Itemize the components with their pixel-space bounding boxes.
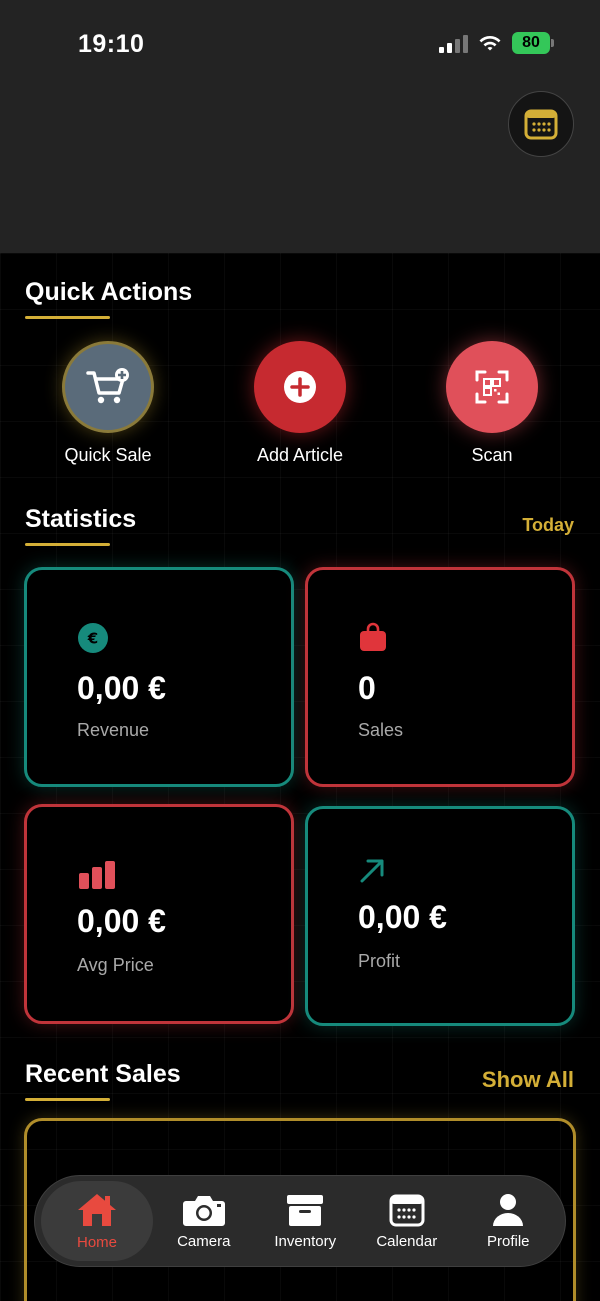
nav-profile-label: Profile bbox=[486, 1232, 530, 1250]
scan-label: Scan bbox=[471, 445, 513, 465]
calendar-icon bbox=[389, 1194, 425, 1226]
profit-card: 0,00 € Profit bbox=[305, 806, 575, 1026]
revenue-label: Revenue bbox=[77, 720, 150, 740]
show-all-link[interactable]: Show All bbox=[482, 1067, 574, 1093]
avg-price-card: 0,00 € Avg Price bbox=[24, 804, 294, 1024]
nav-inventory-label: Inventory bbox=[274, 1232, 337, 1250]
archive-box-icon bbox=[287, 1194, 324, 1226]
sales-card: 0 Sales bbox=[305, 567, 575, 787]
quick-sale-circle bbox=[62, 341, 154, 433]
recent-sales-title: Recent Sales bbox=[25, 1060, 181, 1088]
home-icon bbox=[78, 1193, 116, 1226]
revenue-value: 0,00 € bbox=[77, 670, 166, 706]
bottom-nav: Home Camera Inventory Calendar Profile bbox=[34, 1175, 566, 1267]
arrow-up-right-icon bbox=[358, 857, 386, 890]
revenue-card: € 0,00 € Revenue bbox=[24, 567, 294, 787]
add-article-button[interactable]: Add Article bbox=[225, 341, 375, 466]
person-icon bbox=[493, 1193, 524, 1226]
calendar-button[interactable] bbox=[508, 91, 574, 157]
bar-chart-icon bbox=[77, 859, 117, 894]
quick-actions-underline bbox=[25, 316, 110, 319]
nav-inventory[interactable]: Inventory bbox=[255, 1181, 357, 1261]
sales-value: 0 bbox=[358, 670, 376, 706]
status-icons: 80 bbox=[439, 32, 554, 54]
add-article-label: Add Article bbox=[256, 445, 344, 465]
quick-actions-title: Quick Actions bbox=[25, 278, 193, 306]
nav-camera-label: Camera bbox=[177, 1232, 231, 1250]
cart-plus-icon bbox=[86, 368, 129, 404]
nav-camera[interactable]: Camera bbox=[153, 1181, 255, 1261]
top-header: 19:10 80 bbox=[0, 0, 600, 253]
calendar-icon bbox=[524, 109, 558, 140]
profit-value: 0,00 € bbox=[358, 899, 447, 935]
camera-icon bbox=[182, 1195, 225, 1226]
battery-level: 80 bbox=[522, 34, 540, 51]
wifi-icon bbox=[479, 36, 501, 51]
nav-calendar[interactable]: Calendar bbox=[356, 1181, 458, 1261]
add-article-circle bbox=[254, 341, 346, 433]
nav-home[interactable]: Home bbox=[41, 1181, 153, 1261]
battery-indicator: 80 bbox=[512, 32, 554, 54]
status-time: 19:10 bbox=[78, 30, 145, 58]
statistics-underline bbox=[25, 543, 110, 546]
nav-profile[interactable]: Profile bbox=[458, 1181, 560, 1261]
statistics-period[interactable]: Today bbox=[522, 515, 574, 536]
scan-circle bbox=[446, 341, 538, 433]
scan-button[interactable]: Scan bbox=[417, 341, 567, 466]
euro-icon: € bbox=[77, 622, 109, 659]
statistics-title: Statistics bbox=[25, 505, 137, 533]
quick-sale-label: Quick Sale bbox=[64, 445, 152, 465]
sales-label: Sales bbox=[358, 720, 404, 740]
profit-label: Profit bbox=[358, 951, 401, 971]
signal-icon bbox=[439, 33, 468, 53]
avg-price-value: 0,00 € bbox=[77, 903, 166, 939]
nav-home-label: Home bbox=[76, 1233, 117, 1251]
avg-price-label: Avg Price bbox=[77, 955, 154, 975]
qr-code-icon bbox=[475, 370, 509, 404]
plus-circle-icon bbox=[284, 371, 316, 403]
quick-sale-button[interactable]: Quick Sale bbox=[33, 341, 183, 466]
shopping-bag-icon bbox=[358, 622, 388, 657]
nav-calendar-label: Calendar bbox=[376, 1232, 438, 1250]
svg-text:€: € bbox=[87, 630, 98, 648]
recent-sales-underline bbox=[25, 1098, 110, 1101]
